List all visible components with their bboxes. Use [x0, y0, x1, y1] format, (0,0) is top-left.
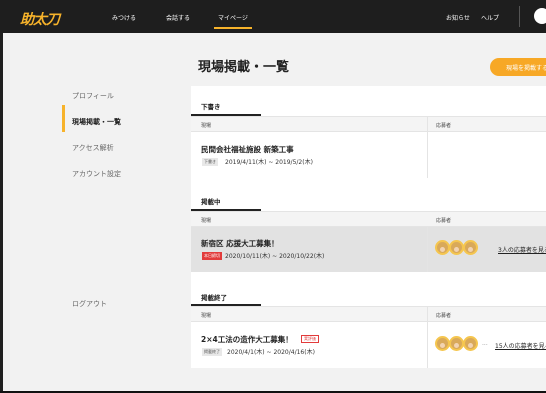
logout-link[interactable]: ログアウト: [72, 299, 107, 309]
site-date: 2020/10/11(木) ~ 2020/10/22(木): [225, 253, 325, 260]
post-site-button[interactable]: 現場を掲載する: [490, 58, 546, 76]
help-link[interactable]: ヘルプ: [481, 13, 499, 22]
user-avatar[interactable]: [534, 8, 546, 24]
applicant-avatar: [463, 336, 478, 351]
table-header: 現場 応募者: [191, 306, 546, 322]
applicant-avatar: [435, 240, 450, 255]
applicant-avatar: [449, 240, 464, 255]
sidebar-item-profile[interactable]: プロフィール: [72, 91, 114, 101]
sidebar-item-analytics[interactable]: アクセス解析: [72, 143, 114, 153]
col-applicants: 応募者: [436, 218, 452, 224]
applicant-avatar: [449, 336, 464, 351]
column-divider: [427, 227, 428, 272]
nav-chat[interactable]: 会話する: [166, 13, 190, 22]
col-site: 現場: [201, 123, 212, 129]
draft-section: 下書き 現場 応募者 民間会社福祉施設 新築工事 下書き 2019/4/11(木…: [191, 86, 546, 178]
rating-badge: 実評価: [301, 335, 319, 343]
nav-mypage[interactable]: マイページ: [214, 13, 252, 29]
applicant-avatar: [435, 336, 450, 351]
nav-find[interactable]: みつける: [112, 13, 136, 22]
sidebar-item-account[interactable]: アカウント設定: [72, 169, 121, 179]
site-title[interactable]: 新宿区 応援大工募集！: [201, 238, 279, 249]
section-label: 掲載中: [201, 198, 221, 206]
column-divider: [427, 306, 428, 368]
sidebar-item-listings[interactable]: 現場掲載・一覧: [72, 117, 121, 127]
col-site: 現場: [201, 218, 212, 224]
ended-section: 掲載終了 現場 応募者 2×4工法の造作大工募集！ 実評価 掲載終了 2020/…: [191, 272, 546, 368]
column-divider: [427, 116, 428, 178]
site-date: 2019/4/11(木) ~ 2019/5/2(木): [225, 159, 313, 166]
view-applicants-link[interactable]: 15人の応募者を見る: [495, 341, 546, 350]
applicant-avatar: [463, 240, 478, 255]
table-row[interactable]: 新宿区 応援大工募集！ 本日締切 2020/10/11(木) ~ 2020/10…: [191, 227, 546, 272]
site-date: 2020/4/1(木) ~ 2020/4/16(木): [227, 349, 315, 356]
top-header: 助太刀 みつける 会話する マイページ お知らせ ヘルプ: [0, 0, 546, 33]
section-label: 掲載終了: [201, 294, 227, 302]
page-title: 現場掲載・一覧: [198, 60, 290, 75]
more-applicants-indicator: ...: [482, 340, 488, 347]
sidebar-active-indicator: [62, 105, 65, 132]
status-tag: 本日締切: [202, 252, 222, 260]
table-header: 現場 応募者: [191, 116, 546, 132]
header-divider: [519, 6, 520, 27]
col-site: 現場: [201, 313, 212, 319]
view-applicants-link[interactable]: 3人の応募者を見る: [498, 245, 546, 254]
status-tag: 掲載終了: [202, 348, 222, 356]
section-label: 下書き: [201, 103, 221, 111]
site-title[interactable]: 民間会社福祉施設 新築工事: [201, 144, 294, 155]
active-section: 掲載中 現場 応募者 新宿区 応援大工募集！ 本日締切 2020/10/11(木…: [191, 178, 546, 272]
app-logo[interactable]: 助太刀: [20, 9, 60, 29]
col-applicants: 応募者: [436, 123, 452, 129]
table-header: 現場 応募者: [191, 211, 546, 227]
status-tag: 下書き: [202, 158, 218, 166]
col-applicants: 応募者: [436, 313, 452, 319]
notice-link[interactable]: お知らせ: [446, 13, 470, 22]
logo-text: 助太刀: [20, 12, 60, 28]
site-title[interactable]: 2×4工法の造作大工募集！: [201, 334, 293, 345]
